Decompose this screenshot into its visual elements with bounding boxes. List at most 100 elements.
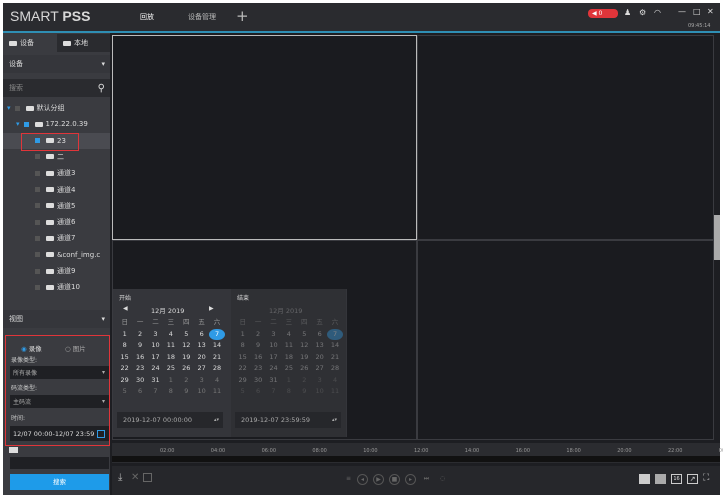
calendar-day[interactable]: 11 [163, 340, 178, 352]
frame-step-icon[interactable]: ⏭ [421, 474, 432, 485]
calendar-day[interactable]: 3 [266, 329, 281, 341]
calendar-day[interactable]: 14 [327, 340, 342, 352]
calendar-day[interactable]: 8 [235, 340, 250, 352]
tree-item[interactable]: 通道3 [3, 165, 110, 181]
calendar-day[interactable]: 8 [117, 340, 132, 352]
calendar-day[interactable]: 27 [312, 363, 327, 375]
tree-item[interactable]: 通道9 [3, 263, 110, 279]
calendar-day[interactable]: 18 [281, 352, 296, 364]
calendar-day[interactable]: 8 [163, 386, 178, 398]
calendar-day[interactable]: 2 [297, 375, 312, 387]
checkbox[interactable] [15, 106, 20, 111]
calendar-day[interactable]: 28 [209, 363, 224, 375]
tree-item[interactable]: &conf_img.c [3, 247, 110, 263]
expand-arrow-icon[interactable]: ▾ [7, 104, 11, 112]
radio-record[interactable]: ◉ 录像 [21, 343, 42, 353]
calendar-day[interactable]: 10 [194, 386, 209, 398]
checkbox[interactable] [35, 269, 40, 274]
checkbox[interactable] [35, 236, 40, 241]
video-pane-1[interactable] [112, 35, 417, 240]
layout-9-icon[interactable] [655, 474, 666, 484]
rewind-button[interactable]: ◂ [357, 474, 368, 485]
calendar-day[interactable]: 13 [194, 340, 209, 352]
calendar-day[interactable]: 2 [179, 375, 194, 387]
tree-item[interactable]: ▾默认分组 [3, 100, 110, 116]
calendar-day[interactable]: 10 [312, 386, 327, 398]
calendar-day[interactable]: 7 [209, 329, 224, 341]
calendar-day[interactable]: 6 [312, 329, 327, 341]
prev-month-button[interactable]: ◀ [123, 305, 128, 312]
tree-item[interactable]: 二 [3, 149, 110, 165]
calendar-day[interactable]: 5 [297, 329, 312, 341]
clip-icon[interactable] [143, 473, 152, 482]
calendar-day[interactable]: 3 [148, 329, 163, 341]
gauge-icon[interactable]: ◠ [654, 8, 661, 17]
view-header[interactable]: 视图▾ [3, 310, 110, 328]
calendar-day[interactable]: 24 [266, 363, 281, 375]
layout-16-icon[interactable]: 16 [671, 474, 682, 484]
calendar-day[interactable]: 22 [117, 363, 132, 375]
calendar-day[interactable]: 5 [179, 329, 194, 341]
calendar-day[interactable]: 1 [235, 329, 250, 341]
cut-icon[interactable]: ✕ [131, 472, 139, 483]
stop-button[interactable]: ■ [389, 474, 400, 485]
device-dropdown[interactable]: 设备▾ [3, 55, 110, 73]
calendar-day[interactable]: 19 [297, 352, 312, 364]
end-time-input[interactable]: 2019-12-07 23:59:59▴▾ [235, 412, 341, 428]
scrollbar[interactable] [714, 215, 720, 260]
calendar-day[interactable]: 3 [312, 375, 327, 387]
calendar-day[interactable]: 19 [179, 352, 194, 364]
calendar-day[interactable]: 24 [148, 363, 163, 375]
checkbox[interactable] [35, 220, 40, 225]
time-range-input[interactable]: 12/07 00:00-12/07 23:59 [10, 426, 109, 441]
calendar-day[interactable]: 25 [163, 363, 178, 375]
checkbox[interactable] [35, 171, 40, 176]
checkbox[interactable] [35, 187, 40, 192]
calendar-day[interactable]: 25 [281, 363, 296, 375]
calendar-day[interactable]: 1 [281, 375, 296, 387]
calendar-day[interactable]: 17 [266, 352, 281, 364]
calendar-day[interactable]: 6 [132, 386, 147, 398]
forward-button[interactable]: ▸ [405, 474, 416, 485]
tree-item[interactable]: 通道7 [3, 230, 110, 246]
calendar-day[interactable]: 3 [194, 375, 209, 387]
calendar-day[interactable]: 1 [117, 329, 132, 341]
path-input[interactable] [10, 457, 109, 469]
alarm-badge[interactable]: ◀ 0 [588, 9, 618, 18]
calendar-day[interactable]: 30 [250, 375, 265, 387]
calendar-day[interactable]: 26 [179, 363, 194, 375]
calendar-day[interactable]: 10 [148, 340, 163, 352]
calendar-day[interactable]: 14 [209, 340, 224, 352]
layout-4-icon[interactable] [639, 474, 650, 484]
radio-picture[interactable]: ○ 图片 [65, 343, 86, 353]
tree-item[interactable]: ▾172.22.0.39 [3, 116, 110, 132]
calendar-day[interactable]: 2 [132, 329, 147, 341]
calendar-day[interactable]: 20 [312, 352, 327, 364]
calendar-day[interactable]: 31 [148, 375, 163, 387]
calendar-day[interactable]: 9 [250, 340, 265, 352]
video-pane-4[interactable] [417, 240, 714, 440]
calendar-day[interactable]: 6 [194, 329, 209, 341]
calendar-day[interactable]: 15 [117, 352, 132, 364]
calendar-day[interactable]: 12 [297, 340, 312, 352]
calendar-day[interactable]: 7 [327, 329, 342, 341]
calendar-day[interactable]: 12 [179, 340, 194, 352]
user-icon[interactable]: ♟ [624, 8, 631, 17]
calendar-day[interactable]: 16 [132, 352, 147, 364]
tab-device[interactable]: 设备 [3, 34, 57, 52]
calendar-day[interactable]: 31 [266, 375, 281, 387]
calendar-day[interactable]: 11 [327, 386, 342, 398]
next-month-button[interactable]: ▶ [209, 305, 214, 312]
calendar-day[interactable]: 27 [194, 363, 209, 375]
checkbox[interactable] [35, 203, 40, 208]
calendar-day[interactable]: 23 [132, 363, 147, 375]
calendar-day[interactable]: 28 [327, 363, 342, 375]
calendar-day[interactable]: 18 [163, 352, 178, 364]
timeline-track[interactable] [112, 456, 720, 462]
video-pane-2[interactable] [417, 35, 714, 240]
calendar-day[interactable]: 5 [117, 386, 132, 398]
gear-icon[interactable]: ⚙ [639, 8, 646, 17]
tab-local[interactable]: 本地 [57, 34, 110, 52]
search-button[interactable]: 搜索 [10, 474, 109, 490]
calendar-day[interactable]: 15 [235, 352, 250, 364]
